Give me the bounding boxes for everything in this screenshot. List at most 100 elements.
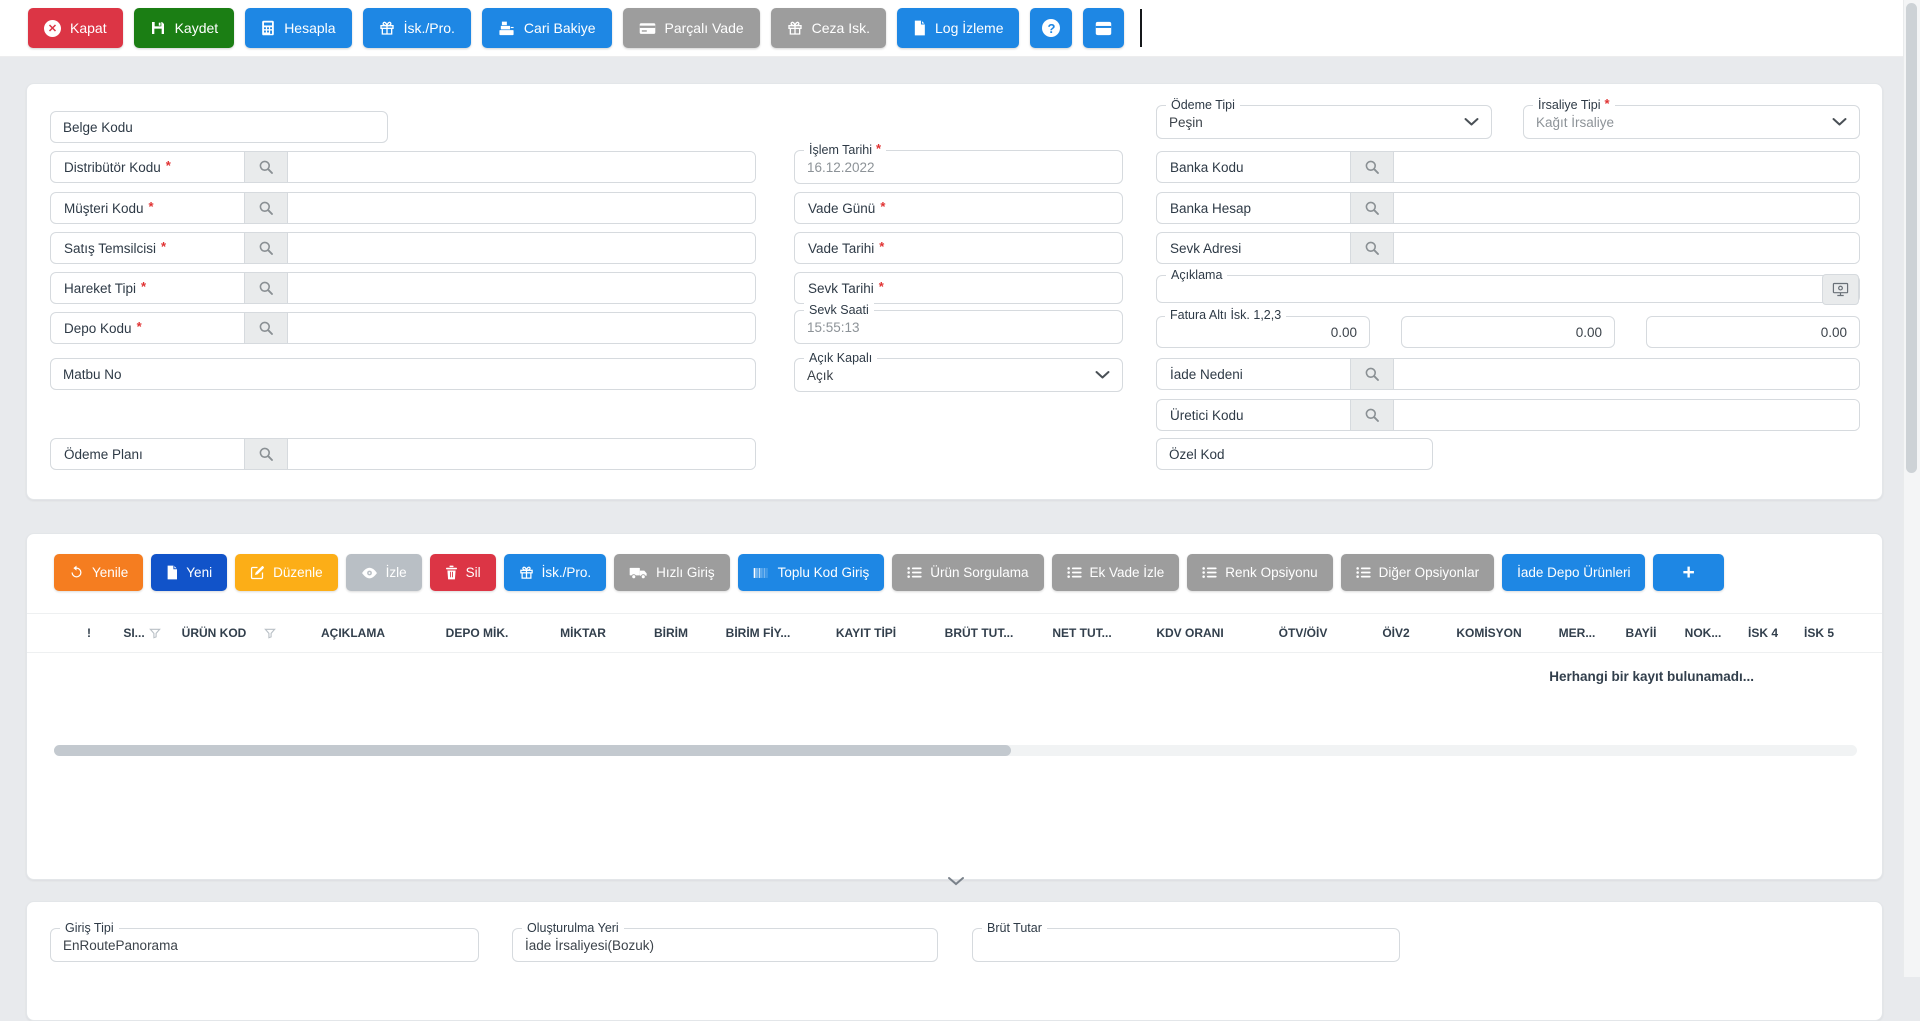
grid-column-header[interactable]: KDV ORANI: [1131, 626, 1249, 640]
edit-icon: [250, 565, 265, 580]
grid-column-header[interactable]: MİKTAR: [533, 626, 633, 640]
list-icon: [1067, 566, 1082, 579]
discount-promo-button[interactable]: İsk./Pro.: [363, 8, 471, 48]
field-label: İade Nedeni: [1157, 359, 1350, 389]
grid-column-header[interactable]: MER...: [1543, 626, 1611, 640]
current-balance-button[interactable]: Cari Bakiye: [482, 8, 612, 48]
description-field[interactable]: Açıklama: [1156, 275, 1860, 303]
invoice-discount-3-input[interactable]: 0.00: [1646, 316, 1860, 348]
due-day-field[interactable]: Vade Günü*: [794, 192, 1123, 224]
search-icon-button[interactable]: [1350, 359, 1394, 389]
calculate-button[interactable]: Hesapla: [245, 8, 351, 48]
partial-term-button[interactable]: Parçalı Vade: [623, 8, 760, 48]
close-button[interactable]: ✕ Kapat: [28, 8, 123, 48]
view-button[interactable]: İzle: [346, 554, 422, 591]
grid-column-header[interactable]: SI...: [111, 626, 173, 640]
bank-code-input[interactable]: [1394, 152, 1859, 182]
ship-date-field[interactable]: Sevk Tarihi*: [794, 272, 1123, 304]
customer-code-input[interactable]: [288, 193, 755, 223]
horizontal-scrollbar-thumb[interactable]: [54, 745, 1011, 756]
transaction-date-field[interactable]: İşlem Tarihi* 16.12.2022: [794, 150, 1123, 184]
filter-icon[interactable]: [149, 628, 161, 639]
color-option-button[interactable]: Renk Opsiyonu: [1187, 554, 1332, 591]
warehouse-code-input[interactable]: [288, 313, 755, 343]
grid-column-header[interactable]: NET TUT...: [1033, 626, 1131, 640]
printed-no-input[interactable]: [50, 358, 756, 390]
page-scrollbar[interactable]: [1903, 0, 1920, 977]
log-view-button[interactable]: Log İzleme: [897, 8, 1019, 48]
grid-column-header[interactable]: NOK...: [1671, 626, 1735, 640]
new-button[interactable]: Yeni: [151, 554, 227, 591]
search-icon-button[interactable]: [1350, 400, 1394, 430]
search-icon-button[interactable]: [1350, 233, 1394, 263]
refresh-button[interactable]: Yenile: [54, 554, 143, 591]
distributor-code-input[interactable]: [288, 152, 755, 182]
return-reason-input[interactable]: [1394, 359, 1859, 389]
gross-amount-field[interactable]: Brüt Tutar: [972, 928, 1400, 962]
grid-column-header[interactable]: İSK 5: [1791, 626, 1847, 640]
grid-column-header[interactable]: ÜRÜN KOD: [173, 626, 285, 640]
save-button[interactable]: Kaydet: [134, 8, 235, 48]
sales-rep-input[interactable]: [288, 233, 755, 263]
grid-column-header[interactable]: İSK 4: [1735, 626, 1791, 640]
screen-icon: [1832, 282, 1849, 297]
invoice-discount-2-input[interactable]: 0.00: [1401, 316, 1615, 348]
horizontal-scrollbar[interactable]: [54, 745, 1857, 756]
waybill-type-select[interactable]: İrsaliye Tipi* Kağıt İrsaliye: [1523, 105, 1860, 139]
window-button[interactable]: [1083, 8, 1124, 48]
product-query-button[interactable]: Ürün Sorgulama: [892, 554, 1043, 591]
search-icon-button[interactable]: [244, 152, 288, 182]
button-label: Log İzleme: [935, 20, 1003, 36]
manufacturer-code-input[interactable]: [1394, 400, 1859, 430]
help-button[interactable]: ?: [1030, 8, 1072, 48]
other-options-button[interactable]: Diğer Opsiyonlar: [1341, 554, 1495, 591]
creation-place-field[interactable]: Oluşturulma Yeri İade İrsaliyesi(Bozuk): [512, 928, 938, 962]
ship-time-field[interactable]: Sevk Saati 15:55:13: [794, 310, 1123, 344]
grid-column-header[interactable]: BAYİİ: [1611, 626, 1671, 640]
delete-button[interactable]: Sil: [430, 554, 496, 591]
entry-type-field[interactable]: Giriş Tipi EnRoutePanorama: [50, 928, 479, 962]
grid-column-header[interactable]: AÇIKLAMA: [285, 626, 421, 640]
bank-account-input[interactable]: [1394, 193, 1859, 223]
search-icon-button[interactable]: [1350, 193, 1394, 223]
open-closed-select[interactable]: Açık Kapalı Açık: [794, 358, 1123, 392]
grid-column-header[interactable]: DEPO MİK.: [421, 626, 533, 640]
payment-type-select[interactable]: Ödeme Tipi Peşin: [1156, 105, 1492, 139]
penalty-discount-button[interactable]: Ceza Isk.: [771, 8, 886, 48]
return-warehouse-products-button[interactable]: İade Depo Ürünleri: [1502, 554, 1645, 591]
edit-button[interactable]: Düzenle: [235, 554, 338, 591]
due-date-field[interactable]: Vade Tarihi*: [794, 232, 1123, 264]
customer-code-field: Müşteri Kodu*: [50, 192, 756, 224]
discount-promo-row-button[interactable]: İsk./Pro.: [504, 554, 607, 591]
payment-plan-input[interactable]: [288, 439, 755, 469]
grid-column-header[interactable]: ÖİV2: [1357, 626, 1435, 640]
plus-icon: +: [1682, 561, 1694, 585]
bulk-code-entry-button[interactable]: Toplu Kod Giriş: [738, 554, 885, 591]
search-icon-button[interactable]: [244, 313, 288, 343]
search-icon-button[interactable]: [244, 233, 288, 263]
filter-icon[interactable]: [264, 628, 276, 639]
extra-term-view-button[interactable]: Ek Vade İzle: [1052, 554, 1180, 591]
add-row-button[interactable]: +: [1653, 554, 1723, 591]
quick-entry-button[interactable]: Hızlı Giriş: [614, 554, 730, 591]
page-scrollbar-thumb[interactable]: [1906, 3, 1917, 473]
ship-address-input[interactable]: [1394, 233, 1859, 263]
grid-column-header[interactable]: !: [67, 626, 111, 640]
grid-column-header[interactable]: KAYIT TİPİ: [807, 626, 925, 640]
collapse-chevron-icon[interactable]: [947, 876, 965, 886]
document-code-input[interactable]: [50, 111, 388, 143]
screen-view-button[interactable]: [1822, 274, 1859, 305]
grid-column-header[interactable]: ÖTV/ÖİV: [1249, 626, 1357, 640]
grid-column-header[interactable]: BİRİM: [633, 626, 709, 640]
document-icon: [913, 20, 926, 36]
special-code-input[interactable]: [1156, 438, 1433, 470]
grid-column-header[interactable]: KOMİSYON: [1435, 626, 1543, 640]
window-icon: [1095, 21, 1112, 36]
search-icon-button[interactable]: [244, 439, 288, 469]
grid-column-header[interactable]: BİRİM FİY...: [709, 626, 807, 640]
grid-column-header[interactable]: BRÜT TUT...: [925, 626, 1033, 640]
search-icon-button[interactable]: [244, 273, 288, 303]
movement-type-input[interactable]: [288, 273, 755, 303]
search-icon-button[interactable]: [1350, 152, 1394, 182]
search-icon-button[interactable]: [244, 193, 288, 223]
